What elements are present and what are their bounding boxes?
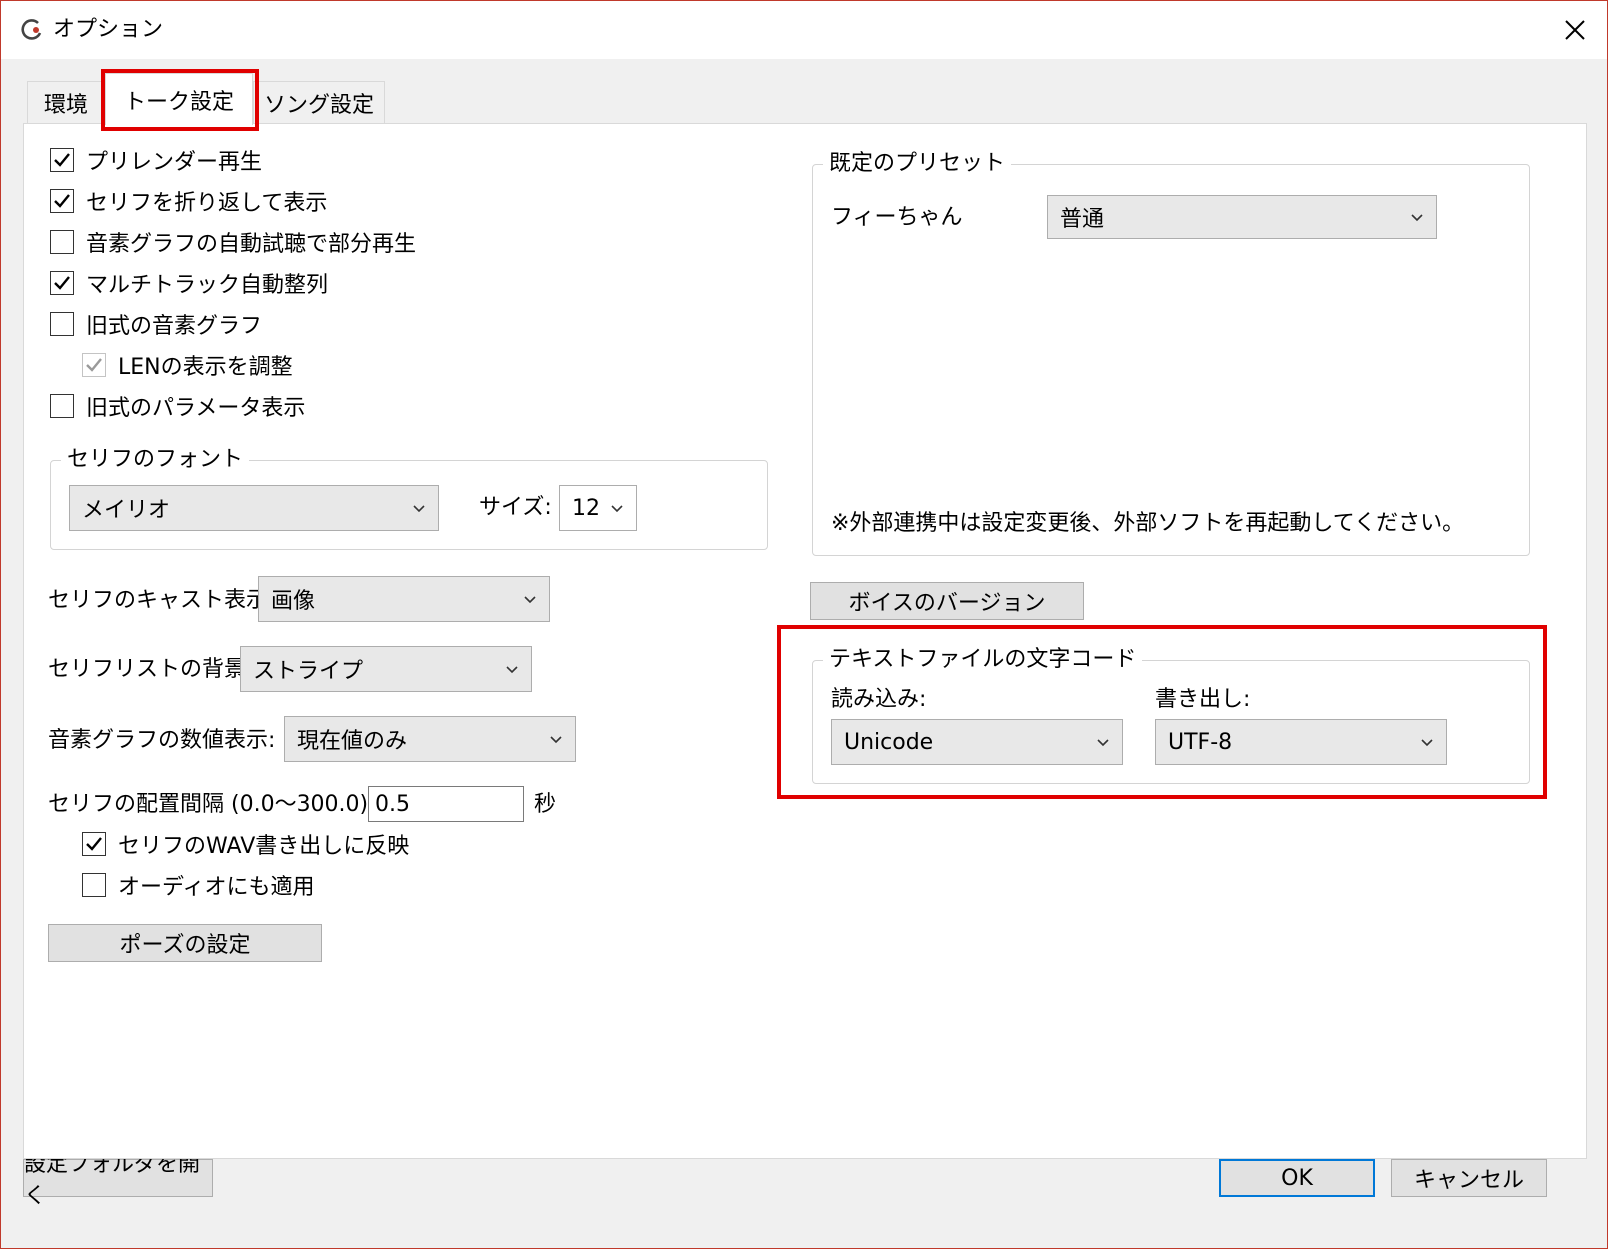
checkbox-label: セリフを折り返して表示 <box>86 191 328 216</box>
checkbox-box[interactable] <box>50 312 74 336</box>
close-button[interactable] <box>1543 1 1607 59</box>
window-title: オプション <box>53 17 164 42</box>
check-icon <box>86 358 102 372</box>
tab-label: トーク設定 <box>123 89 234 115</box>
select-value: Unicode <box>844 729 934 755</box>
checkbox-partial-preview[interactable]: 音素グラフの自動試聴で部分再生 <box>50 226 416 258</box>
checkbox-wrap-dialogue[interactable]: セリフを折り返して表示 <box>50 185 327 217</box>
font-select[interactable]: メイリオ <box>69 485 439 531</box>
options-dialog: オプション 環境 トーク設定 ソング設定 プリレンダー再生 セリフを折り返して表… <box>0 0 1608 1249</box>
pause-settings-button[interactable]: ポーズの設定 <box>48 924 322 962</box>
preset-note: ※外部連携中は設定変更後、外部ソフトを再起動してください。 <box>831 511 1465 536</box>
chevron-down-icon <box>524 596 536 604</box>
button-label: キャンセル <box>1413 1168 1524 1193</box>
select-value: メイリオ <box>82 498 171 523</box>
interval-unit: 秒 <box>534 792 557 817</box>
checkbox-label: セリフのWAV書き出しに反映 <box>118 834 410 859</box>
checkbox-multitrack-align[interactable]: マルチトラック自動整列 <box>50 267 328 299</box>
tab-panel-talk-settings: プリレンダー再生 セリフを折り返して表示 音素グラフの自動試聴で部分再生 マルチ… <box>23 123 1587 1159</box>
cast-display-label: セリフのキャスト表示: <box>48 588 276 613</box>
checkbox-apply-to-wav-export[interactable]: セリフのWAV書き出しに反映 <box>82 828 409 860</box>
select-value: 12 <box>572 495 600 521</box>
app-logo-icon <box>21 19 42 40</box>
select-value: 画像 <box>271 589 316 614</box>
select-value: ストライプ <box>253 659 364 684</box>
ok-button[interactable]: OK <box>1219 1159 1375 1197</box>
tab-environment[interactable]: 環境 <box>27 81 105 123</box>
dialogue-font-group: セリフのフォント メイリオ サイズ: 12 <box>50 445 768 550</box>
tab-label: 環境 <box>43 92 88 118</box>
text-encoding-group: テキストファイルの文字コード 読み込み: Unicode 書き出し: UTF-8 <box>812 645 1530 784</box>
checkbox-box[interactable] <box>50 394 74 418</box>
group-title: テキストファイルの文字コード <box>823 645 1143 675</box>
checkbox-label: 旧式のパラメータ表示 <box>86 396 306 421</box>
chevron-down-icon <box>550 736 562 744</box>
preset-select[interactable]: 普通 <box>1047 195 1437 239</box>
checkbox-adjust-len-display: LENの表示を調整 <box>82 349 293 381</box>
button-label: ポーズの設定 <box>119 933 251 958</box>
check-icon <box>54 276 70 290</box>
cancel-button[interactable]: キャンセル <box>1391 1159 1547 1197</box>
checkbox-box <box>82 353 106 377</box>
chevron-down-icon <box>611 505 623 513</box>
write-encoding-label: 書き出し: <box>1155 687 1251 712</box>
checkbox-legacy-parameter-display[interactable]: 旧式のパラメータ表示 <box>50 390 305 422</box>
checkbox-label: オーディオにも適用 <box>118 875 315 900</box>
checkbox-label: マルチトラック自動整列 <box>86 273 329 298</box>
list-background-select[interactable]: ストライプ <box>240 646 532 692</box>
chevron-down-icon <box>1097 739 1109 747</box>
checkbox-prerender-playback[interactable]: プリレンダー再生 <box>50 144 262 176</box>
tab-song-settings[interactable]: ソング設定 <box>253 81 385 123</box>
phoneme-value-display-select[interactable]: 現在値のみ <box>284 716 576 762</box>
phoneme-value-display-label: 音素グラフの数値表示: <box>48 728 276 753</box>
button-label: ボイスのバージョン <box>848 591 1046 616</box>
checkbox-label: プリレンダー再生 <box>86 150 263 175</box>
button-label: OK <box>1281 1165 1313 1191</box>
group-title: 既定のプリセット <box>823 149 1012 179</box>
input-value: 0.5 <box>375 791 410 817</box>
interval-input[interactable]: 0.5 <box>368 786 524 822</box>
chevron-down-icon <box>413 505 425 513</box>
tab-talk-settings[interactable]: トーク設定 <box>105 73 253 125</box>
checkbox-box[interactable] <box>50 230 74 254</box>
select-value: 現在値のみ <box>297 729 408 754</box>
checkbox-label: 音素グラフの自動試聴で部分再生 <box>86 232 417 257</box>
checkbox-label: 旧式の音素グラフ <box>86 314 263 339</box>
check-icon <box>54 153 70 167</box>
checkbox-legacy-phoneme-graph[interactable]: 旧式の音素グラフ <box>50 308 262 340</box>
cast-display-select[interactable]: 画像 <box>258 576 550 622</box>
interval-label: セリフの配置間隔 (0.0〜300.0): <box>48 792 376 817</box>
list-background-label: セリフリストの背景: <box>48 657 254 682</box>
default-preset-group: 既定のプリセット フィーちゃん 普通 ※外部連携中は設定変更後、外部ソフトを再起… <box>812 149 1530 556</box>
checkbox-box[interactable] <box>50 148 74 172</box>
chevron-down-icon <box>1411 214 1423 222</box>
preset-character-name: フィーちゃん <box>831 205 963 230</box>
select-value: UTF-8 <box>1168 729 1233 755</box>
checkbox-box[interactable] <box>82 873 106 897</box>
check-icon <box>86 837 102 851</box>
read-encoding-label: 読み込み: <box>831 687 927 712</box>
group-title: セリフのフォント <box>61 445 250 475</box>
font-size-label: サイズ: <box>479 495 552 520</box>
checkbox-box[interactable] <box>50 189 74 213</box>
title-bar: オプション <box>1 1 1607 59</box>
close-icon <box>1565 20 1585 40</box>
font-size-select[interactable]: 12 <box>559 485 637 531</box>
checkbox-label: LENの表示を調整 <box>118 355 293 380</box>
tab-label: ソング設定 <box>263 92 374 118</box>
select-value: 普通 <box>1060 207 1105 232</box>
check-icon <box>54 194 70 208</box>
checkbox-apply-to-audio[interactable]: オーディオにも適用 <box>82 869 314 901</box>
checkbox-box[interactable] <box>50 271 74 295</box>
voice-version-button[interactable]: ボイスのバージョン <box>810 582 1084 620</box>
read-encoding-select[interactable]: Unicode <box>831 719 1123 765</box>
chevron-down-icon <box>1421 739 1433 747</box>
checkbox-box[interactable] <box>82 832 106 856</box>
chevron-down-icon <box>506 666 518 674</box>
open-settings-folder-button[interactable]: 設定フォルダを開く <box>23 1152 213 1209</box>
write-encoding-select[interactable]: UTF-8 <box>1155 719 1447 765</box>
